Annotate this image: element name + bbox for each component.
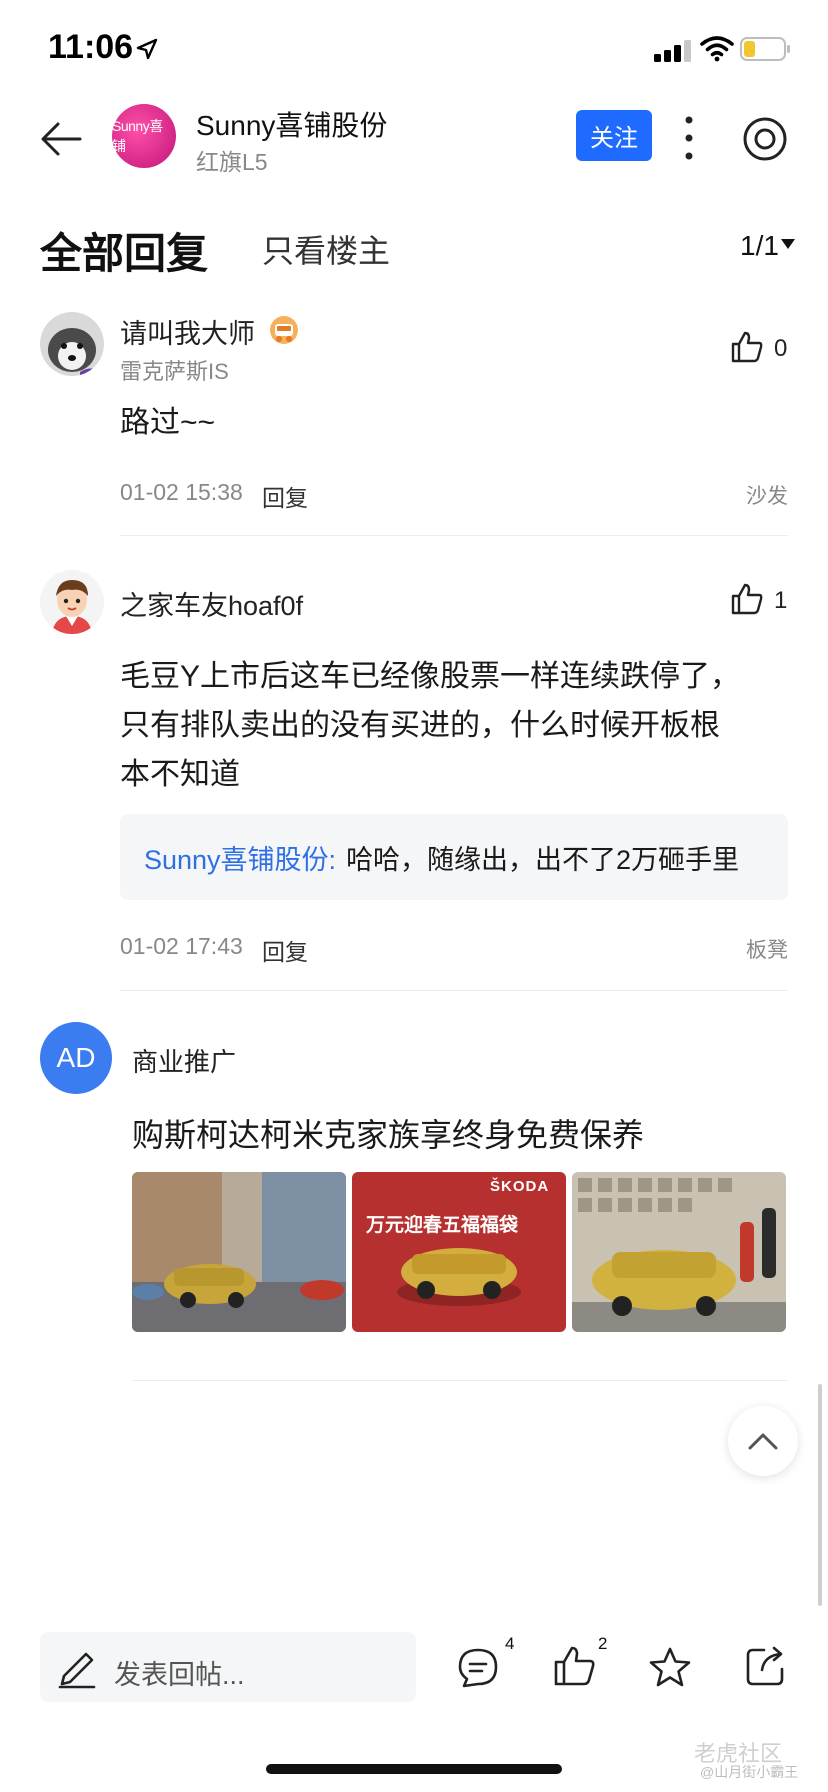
author-car-model: 红旗L5 bbox=[196, 149, 268, 175]
scroll-to-top-button[interactable] bbox=[728, 1406, 798, 1476]
pen-icon bbox=[58, 1652, 96, 1689]
comment-body: 路过~~ bbox=[120, 406, 216, 439]
status-time: 11:06 bbox=[48, 28, 134, 66]
ad-image-3[interactable] bbox=[572, 1172, 786, 1332]
comment-time: 01-02 15:38 bbox=[120, 479, 243, 505]
share-icon[interactable] bbox=[744, 1644, 788, 1688]
floor-label: 板凳 bbox=[746, 939, 788, 962]
skoda-promo-image bbox=[352, 1172, 566, 1332]
target-icon[interactable] bbox=[742, 116, 788, 162]
like-count-badge: 2 bbox=[598, 1634, 608, 1653]
quoted-text: 哈哈，随缘出，出不了2万砸手里 bbox=[346, 844, 740, 875]
thumbs-up-icon[interactable] bbox=[730, 582, 764, 616]
comment-icon[interactable] bbox=[456, 1646, 500, 1690]
suv-street-image bbox=[132, 1172, 346, 1332]
tab-all-replies[interactable]: 全部回复 bbox=[40, 220, 208, 281]
page-indicator[interactable]: 1/1 bbox=[740, 230, 779, 262]
chevron-up-icon bbox=[748, 1433, 778, 1450]
user-badge-icon bbox=[270, 316, 298, 344]
commenter-name[interactable]: 请叫我大师 bbox=[120, 312, 255, 351]
ad-label: 商业推广 bbox=[132, 1047, 237, 1077]
comment-body-line: 本不知道 bbox=[120, 758, 240, 791]
follow-button[interactable]: 关注 bbox=[576, 110, 652, 161]
divider bbox=[120, 535, 788, 536]
wifi-icon bbox=[700, 36, 734, 62]
commenter-avatar[interactable] bbox=[40, 570, 104, 634]
author-avatar[interactable]: Sunny喜铺 bbox=[112, 104, 176, 168]
cartoon-avatar-image bbox=[40, 570, 104, 634]
reply-button[interactable]: 回复 bbox=[262, 933, 308, 967]
star-icon[interactable] bbox=[648, 1646, 692, 1690]
thumbs-up-icon[interactable] bbox=[730, 330, 764, 364]
quoted-author[interactable]: Sunny喜铺股份: bbox=[144, 838, 336, 877]
author-name[interactable]: Sunny喜铺股份 bbox=[196, 104, 387, 144]
ad-headline[interactable]: 购斯柯达柯米克家族享终身免费保养 bbox=[132, 1110, 644, 1156]
comment-time: 01-02 17:43 bbox=[120, 933, 243, 959]
back-arrow-icon[interactable] bbox=[38, 116, 84, 162]
caret-down-icon[interactable] bbox=[780, 238, 796, 250]
quoted-reply[interactable]: Sunny喜铺股份: 哈哈，随缘出，出不了2万砸手里 bbox=[120, 814, 788, 900]
commenter-avatar[interactable] bbox=[40, 312, 104, 376]
author-avatar-text: Sunny喜铺 bbox=[112, 118, 163, 154]
home-indicator[interactable] bbox=[266, 1764, 562, 1774]
divider bbox=[132, 1380, 788, 1381]
watermark-handle: @山月街小霸王 bbox=[700, 1764, 799, 1780]
battery-icon bbox=[740, 37, 790, 61]
ad-image-1[interactable] bbox=[132, 1172, 346, 1332]
like-count: 1 bbox=[774, 587, 788, 614]
husky-avatar-image bbox=[40, 312, 104, 376]
divider bbox=[120, 990, 788, 991]
more-options-icon[interactable] bbox=[680, 114, 698, 162]
like-icon[interactable] bbox=[552, 1644, 596, 1688]
comment-count-badge: 4 bbox=[505, 1634, 515, 1653]
ad-image-brand: ŠKODA bbox=[490, 1178, 550, 1195]
like-count: 0 bbox=[774, 335, 788, 362]
compose-placeholder[interactable]: 发表回帖... bbox=[114, 1653, 245, 1692]
cellular-signal-icon bbox=[654, 40, 691, 62]
floor-label: 沙发 bbox=[746, 485, 788, 508]
location-arrow-icon bbox=[136, 38, 158, 60]
scrollbar[interactable] bbox=[818, 1384, 822, 1606]
comment-body-line: 毛豆Y上市后这车已经像股票一样连续跌停了， bbox=[120, 660, 741, 693]
ad-avatar: AD bbox=[40, 1022, 112, 1094]
comment-body-line: 只有排队卖出的没有买进的，什么时候开板根 bbox=[120, 709, 720, 742]
commenter-car-model: 雷克萨斯IS bbox=[120, 359, 229, 384]
ad-image-2[interactable]: ŠKODA 万元迎春五福福袋 bbox=[352, 1172, 566, 1332]
tab-op-only[interactable]: 只看楼主 bbox=[262, 226, 390, 272]
ad-image-caption: 万元迎春五福福袋 bbox=[366, 1215, 519, 1236]
commenter-name[interactable]: 之家车友hoaf0f bbox=[120, 584, 303, 623]
ad-avatar-text: AD bbox=[56, 1042, 96, 1073]
suv-showroom-image bbox=[572, 1172, 786, 1332]
reply-button[interactable]: 回复 bbox=[262, 479, 308, 513]
